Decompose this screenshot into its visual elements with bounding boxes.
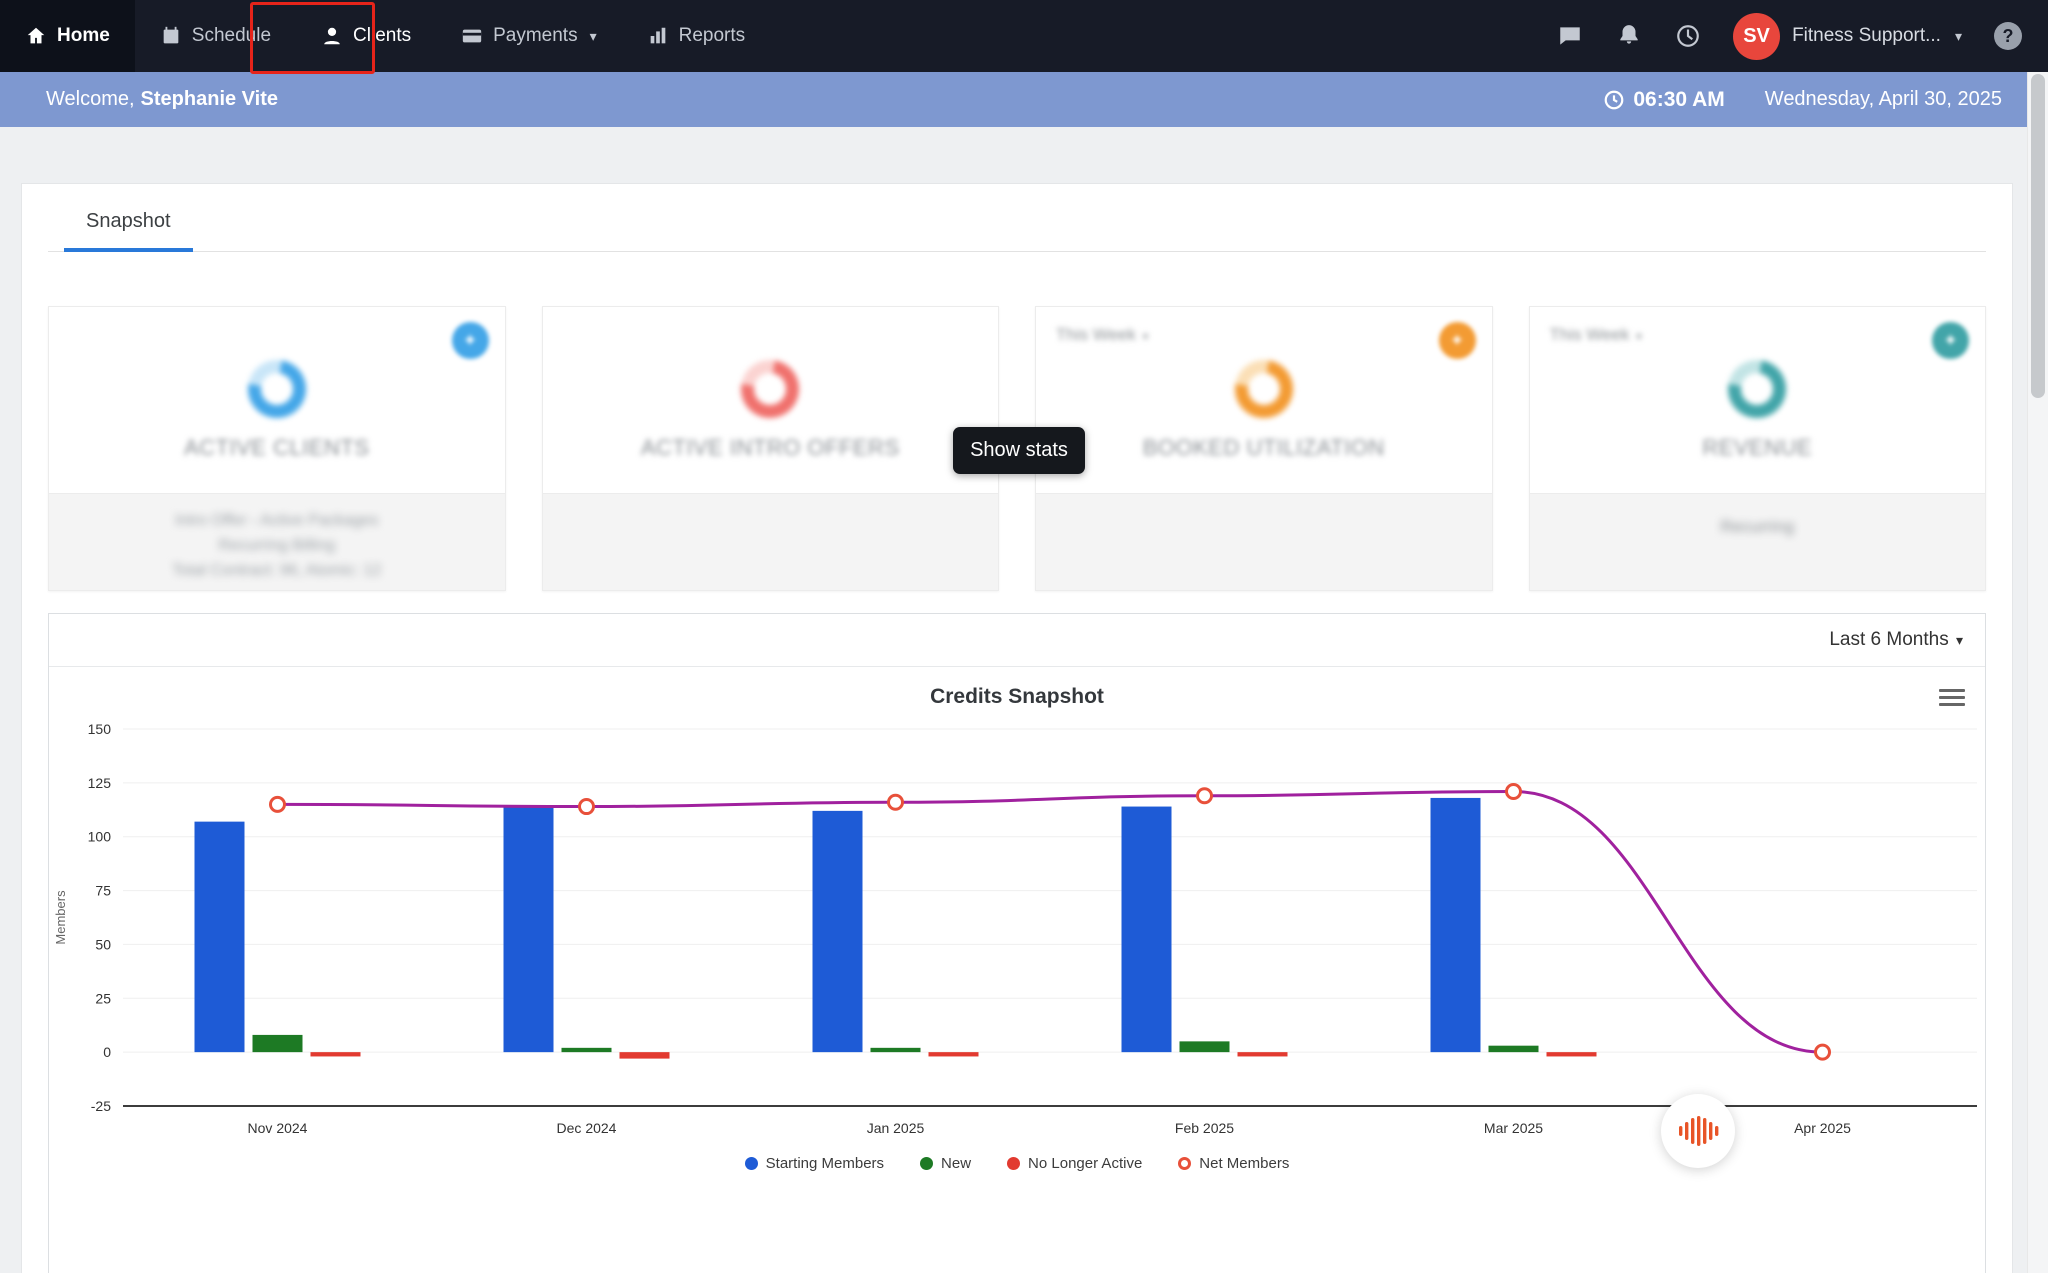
legend-item[interactable]: Starting Members (744, 1155, 885, 1172)
svg-text:-25: -25 (91, 1098, 111, 1114)
page-scrollbar[interactable] (2027, 72, 2048, 1273)
booked-utilization-donut (1223, 348, 1305, 430)
svg-text:Members: Members (53, 890, 68, 945)
legend-dot-icon (744, 1157, 758, 1170)
tabs-row: Snapshot (48, 184, 1986, 252)
top-nav: Home Schedule Clients Payments ▾ Reports… (0, 0, 2048, 72)
legend-label: No Longer Active (1028, 1155, 1143, 1172)
stat-card-title: ACTIVE CLIENTS (184, 435, 370, 460)
credits-chart: Members 150 125 100 75 50 25 0 -25 Nov 2024 Dec 20… (53, 721, 1977, 1136)
calendar-icon (163, 26, 179, 44)
chart-title: Credits Snapshot (930, 685, 1104, 708)
account-name: Fitness Support... (1792, 25, 1941, 46)
bell-icon[interactable] (1615, 23, 1642, 50)
help-icon[interactable]: ? (1994, 22, 2022, 50)
legend-ring-icon (1178, 1157, 1192, 1170)
nav-item-clients[interactable]: Clients (296, 0, 436, 72)
stat-card-active-clients: ✦ ACTIVE CLIENTS Intro Offer - Active Pa… (48, 306, 506, 591)
payments-icon (462, 29, 482, 43)
history-clock-icon[interactable] (1674, 23, 1701, 50)
stat-detail-line: Total Contract: 96, Atomic: 12 (172, 562, 382, 579)
stat-detail-line: Recurring (1720, 517, 1795, 536)
person-icon (324, 27, 340, 45)
svg-text:100: 100 (88, 829, 112, 845)
legend-label: New (941, 1155, 972, 1172)
chat-icon[interactable] (1556, 23, 1583, 50)
stat-card-title: ACTIVE INTRO OFFERS (640, 435, 900, 460)
stat-card-booked-utilization: This Week ▾ ✦ BOOKED UTILIZATION (1035, 306, 1493, 591)
svg-text:150: 150 (88, 721, 112, 737)
revenue-donut (1716, 348, 1798, 430)
current-date: Wednesday, April 30, 2025 (1764, 88, 2002, 110)
svg-text:Dec 2024: Dec 2024 (557, 1120, 617, 1136)
card-settings-icon[interactable]: ✦ (1438, 322, 1476, 359)
welcome-bar-right: 06:30 AM Wednesday, April 30, 2025 (1603, 88, 2002, 112)
nav-item-schedule[interactable]: Schedule (135, 0, 296, 72)
loading-spinner (1661, 1094, 1735, 1168)
svg-text:Apr 2025: Apr 2025 (1794, 1120, 1851, 1136)
active-clients-donut (236, 348, 318, 430)
nav-item-reports[interactable]: Reports (622, 0, 771, 72)
stat-detail-line: Recurring Billing (218, 537, 336, 554)
avatar[interactable]: SV (1733, 12, 1781, 60)
stat-detail-line: Intro Offer - Active Packages (175, 512, 379, 529)
chevron-down-icon: ▾ (1142, 331, 1149, 343)
nav-item-home[interactable]: Home (0, 0, 135, 72)
svg-text:75: 75 (95, 883, 111, 899)
chart-range-dropdown[interactable]: Last 6 Months ▾ (1829, 629, 1963, 651)
chevron-down-icon: ▾ (1636, 331, 1642, 343)
svg-text:125: 125 (88, 775, 112, 791)
account-menu[interactable]: SV Fitness Support... ▾ (1733, 12, 1962, 60)
svg-text:Jan 2025: Jan 2025 (867, 1120, 925, 1136)
legend-item[interactable]: No Longer Active (1007, 1155, 1142, 1172)
home-icon (27, 27, 45, 44)
range-dropdown[interactable]: This Week ▾ (1056, 325, 1148, 345)
stat-card-title: REVENUE (1702, 435, 1813, 460)
legend-item[interactable]: New (920, 1155, 971, 1172)
legend-dot-icon (1007, 1157, 1021, 1170)
nav-item-label: Payments (493, 25, 578, 46)
svg-text:50: 50 (95, 936, 111, 952)
svg-text:Nov 2024: Nov 2024 (248, 1120, 308, 1136)
barcode-spinner-icon (1679, 1116, 1719, 1146)
welcome-user-name: Stephanie Vite (140, 88, 278, 110)
credits-snapshot-card: Last 6 Months ▾ Credits Snapshot Members… (48, 613, 1986, 1273)
intro-offers-donut (729, 348, 811, 430)
chevron-down-icon: ▾ (589, 27, 597, 44)
reports-icon (650, 27, 665, 44)
clock-icon (1605, 90, 1624, 109)
svg-text:25: 25 (95, 990, 111, 1006)
card-settings-icon[interactable]: ✦ (1932, 322, 1969, 359)
svg-text:Feb 2025: Feb 2025 (1175, 1120, 1234, 1136)
show-stats-button[interactable]: Show stats (953, 427, 1085, 474)
stat-card-title: BOOKED UTILIZATION (1142, 435, 1385, 460)
nav-item-label: Home (57, 25, 110, 46)
stat-card-revenue: This Week ▾ ✦ REVENUE Recurring (1528, 306, 1986, 591)
tab-snapshot[interactable]: Snapshot (64, 210, 193, 252)
nav-right-tools: SV Fitness Support... ▾ ? (1556, 0, 2048, 72)
chart-menu-icon[interactable] (1939, 685, 1965, 710)
legend-label: Net Members (1199, 1155, 1290, 1172)
chevron-down-icon: ▾ (1955, 632, 1963, 648)
svg-text:Mar 2025: Mar 2025 (1484, 1120, 1543, 1136)
card-settings-icon[interactable]: ✦ (451, 322, 489, 359)
nav-item-label: Reports (678, 25, 746, 46)
nav-item-label: Schedule (191, 25, 272, 46)
chevron-down-icon: ▾ (1954, 27, 1962, 44)
current-time: 06:30 AM (1603, 88, 1725, 112)
svg-text:0: 0 (103, 1044, 111, 1060)
nav-item-payments[interactable]: Payments ▾ (436, 0, 622, 72)
legend-item[interactable]: Net Members (1178, 1155, 1289, 1172)
legend-dot-icon (920, 1157, 934, 1170)
nav-item-label: Clients (353, 25, 412, 46)
legend-label: Starting Members (765, 1155, 885, 1172)
welcome-bar: Welcome, Stephanie Vite 06:30 AM Wednesd… (0, 72, 2048, 127)
welcome-greeting: Welcome, (46, 88, 135, 110)
scrollbar-thumb[interactable] (2031, 74, 2045, 398)
range-dropdown[interactable]: This Week ▾ (1550, 325, 1642, 345)
stat-card-active-intro-offers: ACTIVE INTRO OFFERS (541, 306, 999, 591)
